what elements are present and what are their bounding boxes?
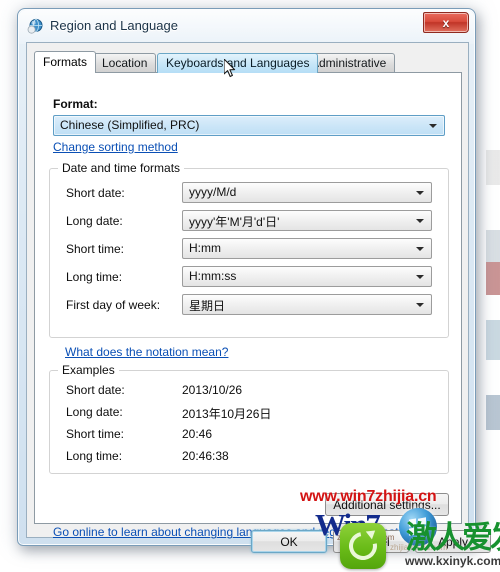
tab-keyboards-and-languages[interactable]: Keyboards and Languages [157, 53, 319, 73]
close-button[interactable]: x [423, 12, 469, 33]
dialog-client-area: Formats Location Keyboards and Languages… [26, 42, 491, 553]
long-time-value: H:mm:ss [189, 269, 237, 283]
first-day-of-week-label: First day of week: [66, 298, 161, 312]
example-short-time-value: 20:46 [182, 427, 213, 441]
example-short-date-label: Short date: [66, 383, 125, 397]
what-does-notation-mean-link[interactable]: What does the notation mean? [65, 345, 228, 359]
first-day-of-week-value: 星期日 [189, 299, 226, 313]
long-date-value: yyyy'年'M'月'd'日' [189, 215, 280, 229]
long-date-combobox[interactable]: yyyy'年'M'月'd'日' [182, 210, 432, 231]
format-label: Format: [53, 97, 98, 111]
formats-tab-page: Format: Chinese (Simplified, PRC) Change… [34, 72, 462, 539]
change-sorting-method-link[interactable]: Change sorting method [53, 140, 178, 154]
group-title: Examples [58, 363, 119, 377]
chevron-down-icon [429, 124, 437, 128]
tab-location[interactable]: Location [93, 53, 157, 73]
window-title: Region and Language [50, 18, 178, 33]
tab-label: Location [102, 56, 148, 70]
short-date-combobox[interactable]: yyyy/M/d [182, 182, 432, 203]
chevron-down-icon [416, 275, 424, 279]
format-combobox[interactable]: Chinese (Simplified, PRC) [53, 115, 445, 136]
chevron-down-icon [416, 219, 424, 223]
example-long-date-label: Long date: [66, 405, 123, 419]
title-bar[interactable]: Region and Language x [18, 9, 475, 45]
example-long-time-value: 20:46:38 [182, 449, 229, 463]
chevron-down-icon [416, 247, 424, 251]
chevron-down-icon [416, 191, 424, 195]
group-title: Date and time formats [58, 161, 185, 175]
date-and-time-formats-group: Date and time formats Short date: yyyy/M… [49, 161, 449, 338]
watermark-red-url: www.win7zhijia.cn [300, 488, 437, 505]
refresh-app-icon [340, 523, 386, 569]
tab-label: Formats [43, 55, 88, 69]
close-icon: x [442, 15, 450, 30]
region-and-language-dialog: Region and Language x Formats Location K… [17, 8, 491, 553]
long-time-combobox[interactable]: H:mm:ss [182, 266, 432, 287]
example-short-time-label: Short time: [66, 427, 125, 441]
short-date-label: Short date: [66, 186, 125, 200]
format-value: Chinese (Simplified, PRC) [60, 118, 200, 132]
example-long-date-value: 2013年10月26日 [182, 407, 272, 421]
example-short-date-value: 2013/10/26 [182, 383, 243, 397]
tab-label: Keyboards and Languages [166, 56, 310, 70]
background-page-strip [486, 0, 500, 572]
first-day-of-week-combobox[interactable]: 星期日 [182, 294, 432, 315]
examples-group: Examples Short date: 2013/10/26 Long dat… [49, 363, 449, 474]
desktop-background: Region and Language x Formats Location K… [0, 0, 500, 572]
globe-icon [27, 18, 43, 34]
short-time-combobox[interactable]: H:mm [182, 238, 432, 259]
chevron-down-icon [416, 303, 424, 307]
long-date-label: Long date: [66, 214, 123, 228]
long-time-label: Long time: [66, 270, 123, 284]
short-date-value: yyyy/M/d [189, 185, 237, 199]
tab-label: Administrative [311, 56, 387, 70]
example-long-time-label: Long time: [66, 449, 123, 463]
ok-label: OK [280, 534, 298, 549]
tab-strip: Formats Location Keyboards and Languages… [34, 51, 462, 73]
tab-formats[interactable]: Formats [34, 51, 97, 73]
short-time-value: H:mm [189, 241, 221, 255]
watermark-bottom-url: www.kxinyk.com [405, 554, 500, 568]
watermark-calligraphy: 激人爱发 [406, 520, 500, 555]
short-time-label: Short time: [66, 242, 125, 256]
